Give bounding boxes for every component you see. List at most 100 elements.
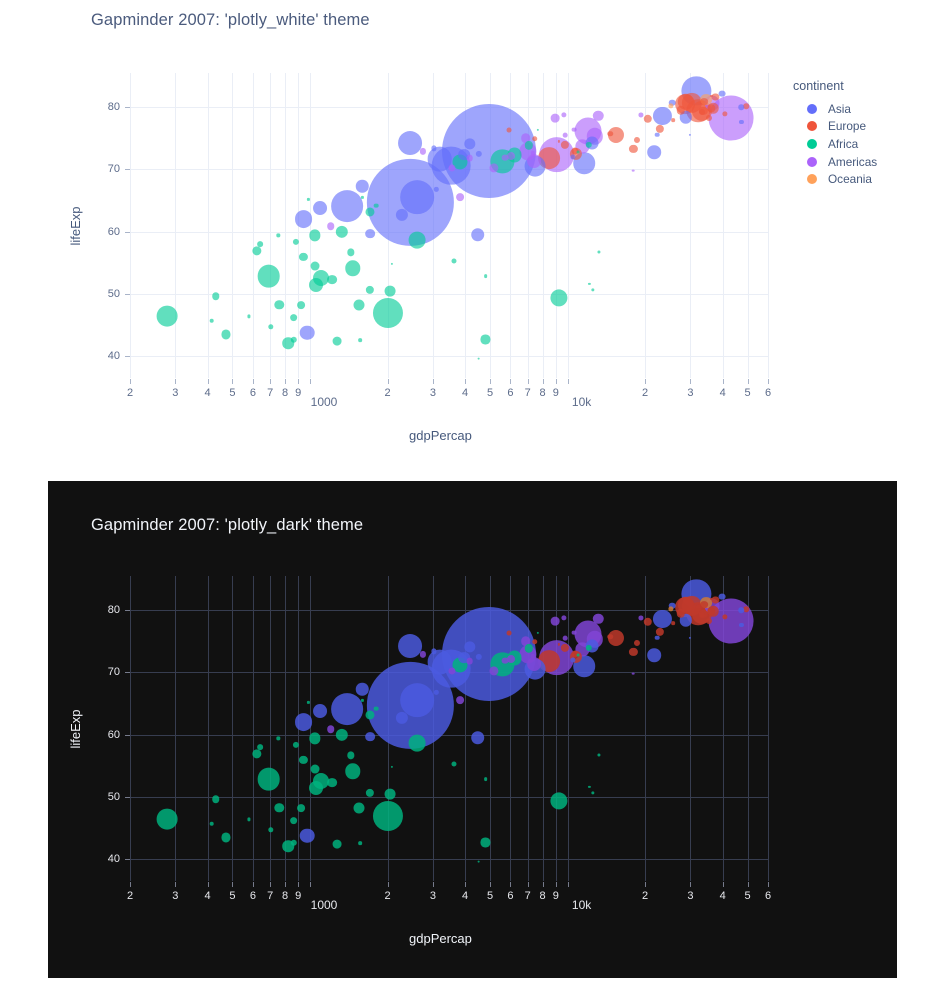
bubble-point[interactable]	[451, 761, 457, 767]
bubble-point[interactable]	[653, 609, 672, 628]
bubble-point[interactable]	[483, 777, 488, 781]
bubble-point[interactable]	[294, 712, 313, 731]
bubble-point[interactable]	[718, 593, 726, 600]
bubble-point[interactable]	[655, 635, 660, 640]
bubble-point[interactable]	[738, 104, 744, 110]
bubble-point[interactable]	[299, 755, 308, 764]
bubble-point[interactable]	[309, 732, 321, 745]
bubble-point[interactable]	[563, 132, 568, 138]
bubble-point[interactable]	[550, 792, 568, 810]
bubble-point[interactable]	[347, 751, 355, 759]
bubble-point[interactable]	[331, 190, 363, 223]
bubble-point[interactable]	[563, 635, 568, 641]
bubble-point[interactable]	[629, 144, 638, 154]
bubble-point[interactable]	[327, 777, 337, 788]
bubble-point[interactable]	[470, 731, 485, 745]
bubble-point[interactable]	[483, 274, 488, 278]
bubble-point[interactable]	[390, 262, 394, 266]
bubble-point[interactable]	[480, 334, 490, 344]
bubble-point[interactable]	[576, 653, 580, 657]
legend-item-oceania[interactable]: Oceania	[793, 170, 877, 188]
bubble-point[interactable]	[211, 795, 220, 804]
bubble-point[interactable]	[743, 606, 749, 612]
bubble-point[interactable]	[634, 137, 641, 144]
bubble-point[interactable]	[451, 258, 457, 264]
bubble-point[interactable]	[327, 274, 337, 285]
bubble-point[interactable]	[276, 233, 280, 238]
bubble-point[interactable]	[297, 804, 306, 813]
bubble-point[interactable]	[251, 246, 262, 256]
bubble-point[interactable]	[344, 260, 361, 277]
bubble-point[interactable]	[560, 112, 567, 118]
bubble-point[interactable]	[527, 656, 541, 671]
bubble-point[interactable]	[247, 314, 251, 318]
bubble-point[interactable]	[643, 114, 653, 124]
bubble-point[interactable]	[634, 640, 641, 647]
bubble-point[interactable]	[632, 169, 635, 173]
bubble-point[interactable]	[365, 788, 374, 797]
bubble-point[interactable]	[211, 292, 220, 301]
bubble-point[interactable]	[309, 277, 324, 292]
bubble-point[interactable]	[156, 305, 178, 327]
bubble-point[interactable]	[571, 630, 577, 636]
bubble-point[interactable]	[361, 196, 364, 199]
bubble-point[interactable]	[312, 704, 327, 719]
bubble-point[interactable]	[591, 287, 595, 292]
bubble-point[interactable]	[276, 736, 280, 741]
bubble-point[interactable]	[274, 802, 284, 813]
bubble-point[interactable]	[335, 728, 348, 741]
bubble-point[interactable]	[501, 154, 509, 162]
bubble-point[interactable]	[358, 338, 363, 342]
bubble-point[interactable]	[698, 108, 705, 115]
bubble-point[interactable]	[718, 90, 726, 97]
bubble-point[interactable]	[593, 110, 604, 122]
bubble-point[interactable]	[588, 785, 591, 789]
bubble-point[interactable]	[310, 764, 320, 774]
bubble-point[interactable]	[289, 816, 298, 825]
bubble-point[interactable]	[643, 617, 653, 627]
bubble-point[interactable]	[700, 97, 708, 106]
bubble-point[interactable]	[550, 113, 560, 123]
bubble-point[interactable]	[326, 222, 335, 230]
bubble-point[interactable]	[257, 264, 280, 288]
bubble-point[interactable]	[156, 808, 178, 830]
bubble-point[interactable]	[247, 817, 251, 821]
bubble-point[interactable]	[358, 841, 363, 845]
bubble-point[interactable]	[335, 225, 348, 238]
bubble-point[interactable]	[397, 634, 422, 659]
bubble-point[interactable]	[373, 298, 404, 329]
bubble-point[interactable]	[251, 749, 262, 759]
bubble-point[interactable]	[588, 282, 591, 286]
bubble-point[interactable]	[326, 725, 335, 733]
bubble-point[interactable]	[373, 203, 379, 208]
bubble-point[interactable]	[420, 651, 427, 658]
bubble-point[interactable]	[309, 780, 324, 795]
bubble-point[interactable]	[629, 647, 638, 657]
bubble-point[interactable]	[390, 765, 394, 769]
bubble-point[interactable]	[365, 731, 376, 742]
bubble-point[interactable]	[536, 631, 540, 634]
bubble-point[interactable]	[365, 228, 376, 239]
bubble-point[interactable]	[384, 789, 396, 800]
bubble-point[interactable]	[536, 128, 540, 131]
bubble-point[interactable]	[309, 229, 321, 242]
bubble-point[interactable]	[209, 821, 214, 827]
bubble-point[interactable]	[671, 621, 676, 626]
legend-item-africa[interactable]: Africa	[793, 135, 877, 153]
bubble-point[interactable]	[384, 286, 396, 297]
bubble-point[interactable]	[373, 801, 404, 832]
bubble-point[interactable]	[310, 261, 320, 271]
bubble-point[interactable]	[331, 693, 363, 726]
bubble-point[interactable]	[477, 860, 480, 864]
bubble-point[interactable]	[506, 127, 512, 133]
bubble-point[interactable]	[470, 228, 485, 242]
bubble-point[interactable]	[355, 180, 369, 193]
bubble-point[interactable]	[632, 672, 635, 676]
bubble-point[interactable]	[456, 695, 464, 704]
bubble-point[interactable]	[408, 735, 426, 752]
bubble-point[interactable]	[257, 744, 264, 751]
bubble-point[interactable]	[332, 839, 342, 849]
bubble-point[interactable]	[408, 232, 426, 249]
bubble-point[interactable]	[299, 828, 315, 843]
bubble-point[interactable]	[294, 209, 313, 228]
